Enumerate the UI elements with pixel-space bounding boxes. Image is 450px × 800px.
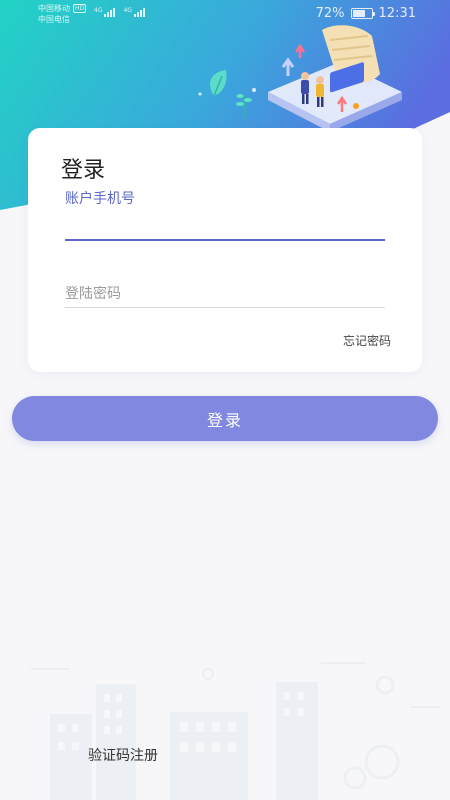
hd-badge: HD	[73, 4, 87, 13]
password-input[interactable]	[65, 280, 385, 306]
phone-underline	[65, 239, 385, 241]
login-card: 登录 账户手机号 忘记密码	[28, 128, 422, 372]
phone-field-group: 账户手机号	[65, 188, 385, 242]
battery-icon	[350, 8, 375, 19]
password-field-group	[65, 280, 385, 310]
system-status: 72% 12:31	[316, 6, 416, 21]
network-type-1: 4G	[94, 7, 103, 14]
carrier-info: 中国移动 HD 中国电信	[38, 3, 87, 25]
battery-fill	[352, 10, 366, 17]
carrier-secondary: 中国电信	[38, 15, 70, 24]
sms-register-link[interactable]: 验证码注册	[88, 745, 158, 765]
signal-icon: 4G	[94, 7, 116, 17]
login-button[interactable]: 登录	[12, 396, 438, 441]
phone-input[interactable]	[65, 208, 385, 238]
signal-icon: 4G	[123, 7, 145, 17]
phone-label: 账户手机号	[65, 191, 135, 207]
battery-percent: 72%	[315, 6, 345, 21]
city-background-illustration	[30, 662, 440, 800]
network-type-2: 4G	[123, 7, 132, 14]
login-title: 登录	[61, 158, 106, 183]
forgot-password-link[interactable]: 忘记密码	[343, 332, 391, 349]
status-bar: 中国移动 HD 中国电信 4G 4G 72% 12:31	[0, 0, 450, 26]
carrier-primary: 中国移动	[38, 4, 70, 13]
password-underline	[65, 307, 385, 308]
clock: 12:31	[378, 6, 416, 21]
signal-indicators: 4G 4G	[94, 7, 145, 17]
